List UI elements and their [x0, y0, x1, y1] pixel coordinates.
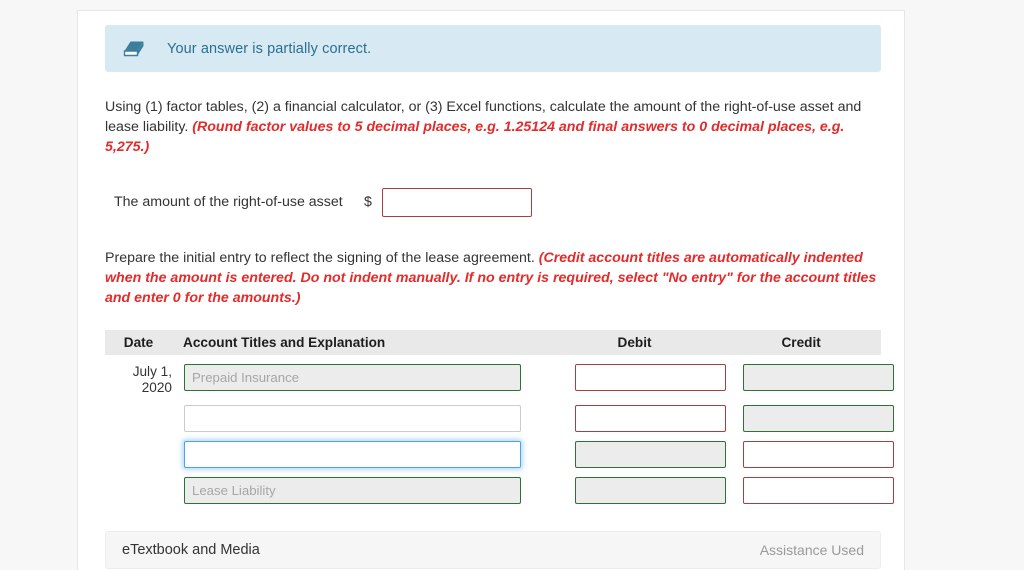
journal-row-debit-cell [543, 441, 726, 468]
journal-row-account-cell [173, 441, 543, 468]
right-of-use-asset-label: The amount of the right-of-use asset [114, 194, 343, 210]
journal-row-account-cell [173, 364, 543, 391]
etextbook-and-media-link[interactable]: eTextbook and Media [122, 542, 260, 558]
eraser-icon [121, 39, 147, 59]
journal-row-credit-cell [719, 364, 894, 391]
journal-entry-table: Date Account Titles and Explanation Debi… [105, 330, 894, 504]
journal-row-debit-input[interactable] [575, 441, 726, 468]
journal-row-credit-input[interactable] [743, 405, 894, 432]
header-debit: Debit [617, 335, 652, 350]
journal-row-debit-cell [543, 364, 726, 391]
journal-row [105, 441, 894, 468]
journal-row-credit-input[interactable] [743, 477, 894, 504]
journal-row-account-input[interactable] [184, 364, 521, 391]
journal-row-credit-input[interactable] [743, 364, 894, 391]
journal-row-debit-input[interactable] [575, 405, 726, 432]
journal-row-date-line2: 2020 [141, 380, 172, 395]
journal-row-account-input[interactable] [184, 441, 521, 468]
journal-row-debit-input[interactable] [575, 364, 726, 391]
journal-row-credit-cell [719, 477, 894, 504]
journal-row-date-line1: July 1, [132, 364, 172, 379]
exercise-footer: eTextbook and Media Assistance Used [105, 531, 881, 569]
journal-rows-container: July 1, 2020 [105, 364, 894, 504]
right-of-use-asset-input[interactable] [382, 187, 532, 217]
exercise-card: Your answer is partially correct. Using … [77, 10, 905, 570]
alert-message: Your answer is partially correct. [167, 40, 372, 57]
card-content: Your answer is partially correct. Using … [105, 25, 894, 569]
instruction-2-text: Prepare the initial entry to reflect the… [105, 250, 539, 266]
journal-row-credit-cell [719, 405, 894, 432]
journal-row-account-cell [173, 405, 543, 432]
instruction-paragraph-1: Using (1) factor tables, (2) a financial… [105, 97, 881, 157]
journal-row-debit-input[interactable] [575, 477, 726, 504]
header-account-titles: Account Titles and Explanation [183, 335, 386, 350]
journal-row-credit-input[interactable] [743, 441, 894, 468]
journal-row [105, 477, 894, 504]
journal-table-header: Date Account Titles and Explanation Debi… [105, 330, 881, 355]
partially-correct-alert: Your answer is partially correct. [105, 25, 881, 72]
journal-row-debit-cell [543, 405, 726, 432]
instruction-1-hint: (Round factor values to 5 decimal places… [105, 119, 845, 155]
journal-row-account-input[interactable] [184, 405, 521, 432]
journal-row: July 1, 2020 [105, 364, 894, 396]
header-date: Date [123, 335, 154, 350]
journal-row-account-input[interactable] [184, 477, 521, 504]
header-credit: Credit [781, 335, 821, 350]
journal-row-credit-cell [719, 441, 894, 468]
instruction-paragraph-2: Prepare the initial entry to reflect the… [105, 248, 881, 308]
right-of-use-asset-row: The amount of the right-of-use asset $ [105, 187, 881, 217]
journal-row [105, 405, 894, 432]
journal-row-account-cell [173, 477, 543, 504]
assistance-used-status: Assistance Used [759, 542, 864, 558]
journal-row-debit-cell [543, 477, 726, 504]
journal-row-date: July 1, 2020 [105, 364, 173, 396]
dollar-sign: $ [364, 194, 372, 210]
